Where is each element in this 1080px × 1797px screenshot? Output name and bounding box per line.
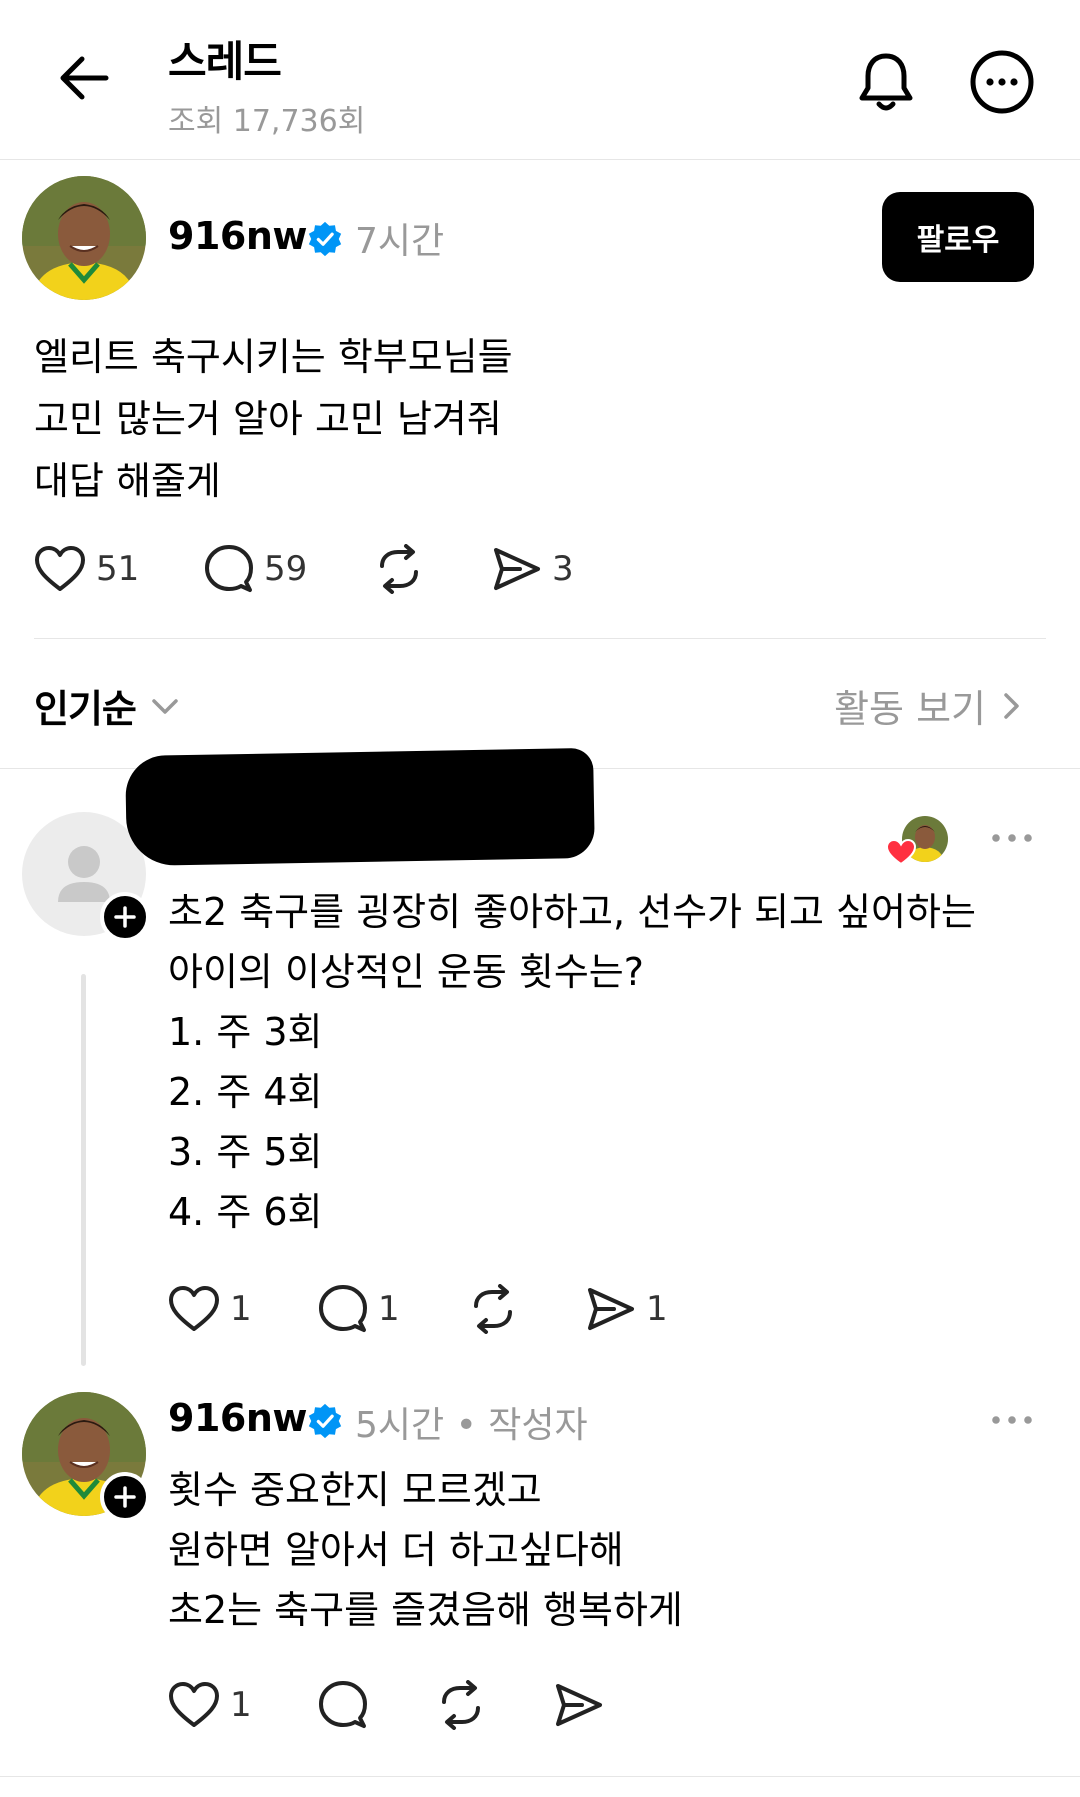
comment-button[interactable]: 1 <box>318 1284 468 1334</box>
repost-button[interactable] <box>468 1284 586 1334</box>
reply-body: 횟수 중요한지 모르겠고 원하면 알아서 더 하고싶다해 초2는 축구를 즐겼음… <box>168 1460 683 1640</box>
post-time: 7시간 <box>355 221 445 262</box>
repost-icon <box>380 544 418 594</box>
like-count: 51 <box>96 549 140 589</box>
comment-text-line: 아이의 이상적인 운동 횟수는? <box>168 950 644 994</box>
view-count: 조회 17,736회 <box>168 104 366 139</box>
activity-label: 활동 보기 <box>834 687 986 731</box>
liked-heart-icon <box>886 838 916 866</box>
heart-icon <box>169 1682 219 1727</box>
follow-button[interactable]: 팔로우 <box>882 192 1034 282</box>
like-count: 1 <box>230 1289 252 1329</box>
page-title: 스레드 <box>168 37 282 86</box>
share-count: 1 <box>646 1289 668 1329</box>
post-text-line: 대답 해줄게 <box>34 459 221 503</box>
like-button[interactable]: 1 <box>168 1285 318 1333</box>
top-bar: 스레드 조회 17,736회 <box>0 0 1080 160</box>
post-actions: 51 59 3 <box>34 544 574 594</box>
thread-line <box>81 974 86 1366</box>
comment-text-line: 초2 축구를 굉장히 좋아하고, 선수가 되고 싶어하는 <box>168 890 976 934</box>
comment-button[interactable]: 59 <box>204 544 374 594</box>
reply-more-icon[interactable] <box>990 1410 1034 1430</box>
sort-dropdown[interactable]: 인기순 <box>34 678 182 733</box>
like-button[interactable]: 1 <box>168 1681 318 1729</box>
comment-text-line: 3. 주 5회 <box>168 1130 323 1174</box>
chevron-down-icon <box>152 698 178 714</box>
share-icon <box>588 1288 634 1330</box>
verified-icon <box>308 1403 342 1439</box>
chevron-right-icon <box>1004 692 1019 719</box>
comment-icon <box>319 1681 367 1728</box>
back-arrow-icon <box>60 56 109 100</box>
reply-author-name[interactable]: 916nw <box>168 1396 307 1440</box>
post-text-line: 고민 많는거 알아 고민 남겨줘 <box>34 397 502 441</box>
reply-time: 5시간 • 작성자 <box>355 1405 588 1446</box>
share-button[interactable]: 1 <box>586 1286 668 1332</box>
heart-icon <box>169 1286 219 1331</box>
comment-count: 59 <box>264 549 308 589</box>
heart-icon <box>35 546 85 591</box>
notification-button[interactable] <box>850 46 922 118</box>
repost-button[interactable] <box>436 1680 554 1730</box>
post-author-name[interactable]: 916nw <box>168 214 307 258</box>
repost-button[interactable] <box>374 544 492 594</box>
comment-more-icon[interactable] <box>990 828 1034 848</box>
like-button[interactable]: 51 <box>34 545 204 593</box>
divider <box>0 1776 1080 1777</box>
more-icon <box>970 50 1034 114</box>
share-count: 3 <box>552 549 574 589</box>
comment-body: 초2 축구를 굉장히 좋아하고, 선수가 되고 싶어하는 아이의 이상적인 운동… <box>168 882 976 1242</box>
share-icon <box>494 548 540 590</box>
repost-icon <box>442 1680 480 1730</box>
comment-text-line: 4. 주 6회 <box>168 1190 323 1234</box>
more-options-button[interactable] <box>966 46 1038 118</box>
plus-icon <box>114 906 136 928</box>
comment-icon <box>205 545 253 592</box>
share-button[interactable]: 3 <box>492 546 574 592</box>
comment-text-line: 1. 주 3회 <box>168 1010 323 1054</box>
comment-actions: 1 1 1 <box>168 1284 668 1334</box>
share-button[interactable] <box>554 1682 604 1728</box>
author-avatar[interactable] <box>22 176 146 300</box>
reply-text-line: 횟수 중요한지 모르겠고 <box>168 1468 542 1512</box>
like-count: 1 <box>230 1685 252 1725</box>
comment-text-line: 2. 주 4회 <box>168 1070 323 1114</box>
bell-icon <box>859 53 913 111</box>
back-button[interactable] <box>52 46 116 110</box>
sort-label: 인기순 <box>34 687 137 731</box>
follow-plus-button[interactable] <box>100 892 150 942</box>
view-activity-link[interactable]: 활동 보기 <box>834 678 1026 733</box>
redacted-username <box>125 747 595 867</box>
follow-plus-button[interactable] <box>100 1472 150 1522</box>
comment-button[interactable] <box>318 1680 436 1730</box>
comment-icon <box>319 1285 367 1332</box>
share-icon <box>556 1684 602 1726</box>
reply-text-line: 원하면 알아서 더 하고싶다해 <box>168 1528 624 1572</box>
reply-actions: 1 <box>168 1680 604 1730</box>
verified-icon <box>308 221 342 257</box>
repost-icon <box>474 1284 512 1334</box>
comment-count: 1 <box>378 1289 400 1329</box>
reply-text-line: 초2는 축구를 즐겼음해 행복하게 <box>168 1588 683 1632</box>
plus-icon <box>114 1486 136 1508</box>
post-body: 엘리트 축구시키는 학부모님들 고민 많는거 알아 고민 남겨줘 대답 해줄게 <box>34 326 1014 512</box>
post-text-line: 엘리트 축구시키는 학부모님들 <box>34 335 513 379</box>
divider <box>34 638 1046 639</box>
